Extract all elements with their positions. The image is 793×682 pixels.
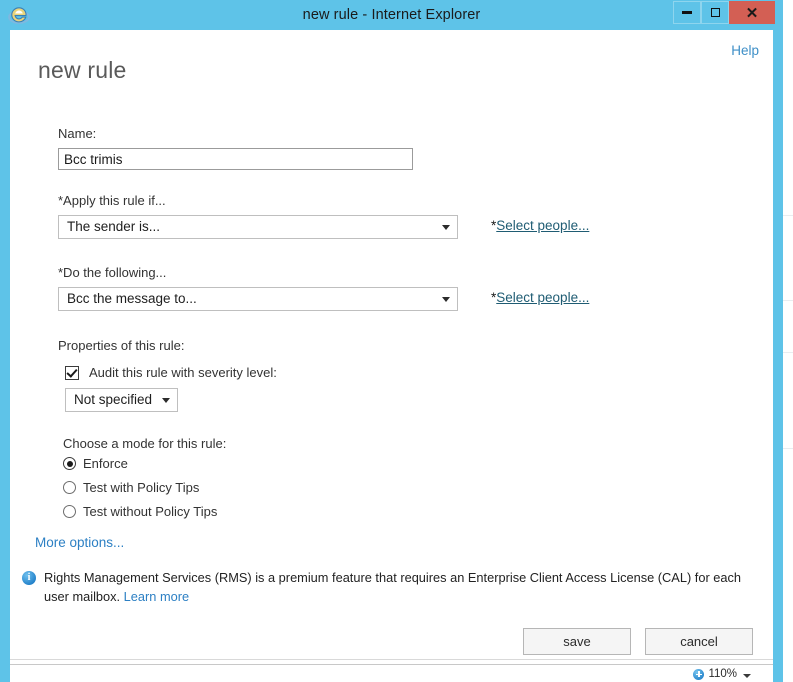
status-bar: 110% bbox=[10, 664, 773, 682]
condition-row: The sender is... *Select people... bbox=[58, 215, 773, 239]
mode-option-test-without-tips[interactable]: Test without Policy Tips bbox=[63, 504, 773, 519]
minimize-button[interactable] bbox=[673, 1, 701, 24]
info-icon bbox=[22, 571, 36, 585]
close-button[interactable]: ✕ bbox=[729, 1, 775, 24]
severity-row: Not specified bbox=[65, 388, 773, 412]
save-button[interactable]: save bbox=[523, 628, 631, 655]
action-label: *Do the following... bbox=[58, 265, 167, 280]
audit-checkbox[interactable] bbox=[65, 365, 79, 380]
zoom-level-label: 110% bbox=[708, 668, 737, 680]
action-select-people-link[interactable]: Select people... bbox=[496, 290, 589, 305]
radio-test-without-policy-tips[interactable] bbox=[63, 505, 76, 518]
properties-label: Properties of this rule: bbox=[58, 338, 185, 353]
radio-test-without-policy-tips-label: Test without Policy Tips bbox=[83, 504, 218, 519]
action-dropdown[interactable]: Bcc the message to... bbox=[58, 287, 458, 311]
maximize-icon bbox=[702, 2, 728, 23]
page-title: new rule bbox=[38, 57, 127, 83]
rms-info-notice: Rights Management Services (RMS) is a pr… bbox=[22, 568, 764, 606]
rms-info-text: Rights Management Services (RMS) is a pr… bbox=[44, 568, 764, 606]
name-label: Name: bbox=[58, 126, 97, 141]
internet-explorer-window: new rule - Internet Explorer ✕ Help new … bbox=[0, 0, 783, 682]
radio-test-with-policy-tips[interactable] bbox=[63, 481, 76, 494]
mode-label: Choose a mode for this rule: bbox=[63, 436, 227, 451]
chevron-down-icon bbox=[442, 297, 450, 302]
cancel-button[interactable]: cancel bbox=[645, 628, 753, 655]
chevron-down-icon bbox=[162, 398, 170, 403]
minimize-icon bbox=[674, 2, 700, 29]
mode-option-test-with-tips[interactable]: Test with Policy Tips bbox=[63, 480, 773, 495]
new-rule-form: Name: *Apply this rule if... The sender … bbox=[10, 125, 773, 519]
zoom-icon bbox=[693, 668, 705, 680]
radio-enforce-label: Enforce bbox=[83, 456, 128, 471]
close-icon: ✕ bbox=[745, 4, 759, 22]
chevron-down-icon bbox=[442, 225, 450, 230]
window-title-bar: new rule - Internet Explorer ✕ bbox=[0, 0, 783, 30]
radio-test-with-policy-tips-label: Test with Policy Tips bbox=[83, 480, 200, 495]
window-title-text: new rule - Internet Explorer bbox=[302, 7, 481, 23]
learn-more-link[interactable]: Learn more bbox=[124, 589, 189, 604]
condition-label: *Apply this rule if... bbox=[58, 193, 166, 208]
more-options-link[interactable]: More options... bbox=[35, 535, 124, 550]
radio-enforce[interactable] bbox=[63, 457, 76, 470]
zoom-control[interactable]: 110% bbox=[693, 666, 751, 682]
chevron-down-icon[interactable] bbox=[743, 674, 751, 678]
content-bottom-divider bbox=[10, 659, 773, 660]
action-dropdown-value: Bcc the message to... bbox=[67, 291, 197, 306]
condition-dropdown-value: The sender is... bbox=[67, 219, 161, 234]
dialog-content-area: Help new rule Name: *Apply this rule if.… bbox=[10, 30, 773, 664]
name-input[interactable] bbox=[58, 148, 413, 170]
condition-select-people: *Select people... bbox=[491, 218, 589, 233]
audit-checkbox-row[interactable]: Audit this rule with severity level: bbox=[65, 365, 773, 380]
mode-option-enforce[interactable]: Enforce bbox=[63, 456, 773, 471]
action-row: Bcc the message to... *Select people... bbox=[58, 287, 773, 311]
dialog-action-buttons: save cancel bbox=[523, 628, 753, 655]
help-link[interactable]: Help bbox=[731, 43, 759, 58]
maximize-button[interactable] bbox=[701, 1, 729, 24]
audit-checkbox-label: Audit this rule with severity level: bbox=[89, 365, 277, 380]
action-select-people: *Select people... bbox=[491, 290, 589, 305]
condition-select-people-link[interactable]: Select people... bbox=[496, 218, 589, 233]
severity-dropdown-value: Not specified bbox=[74, 392, 153, 407]
severity-dropdown[interactable]: Not specified bbox=[65, 388, 178, 412]
condition-dropdown[interactable]: The sender is... bbox=[58, 215, 458, 239]
